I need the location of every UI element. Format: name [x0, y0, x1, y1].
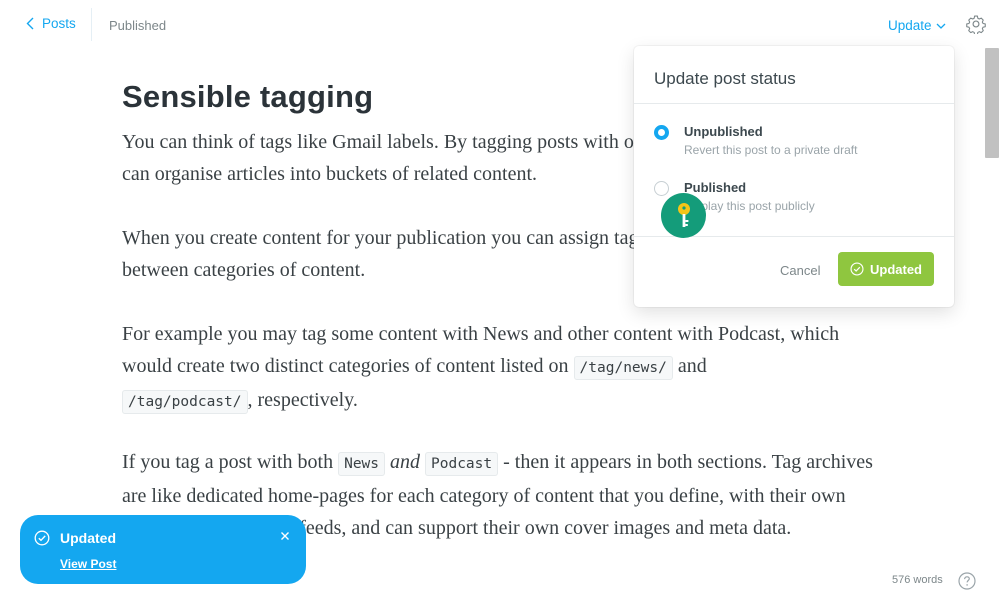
view-post-link[interactable]: View Post	[60, 557, 116, 571]
cancel-button[interactable]: Cancel	[780, 263, 820, 278]
notification-title: Updated	[60, 530, 116, 546]
top-bar: Posts Published Update	[0, 0, 1000, 50]
text-span: , respectively.	[247, 389, 358, 411]
check-circle-icon	[850, 262, 864, 276]
scrollbar-thumb[interactable]	[985, 48, 999, 158]
updated-button-label: Updated	[870, 261, 922, 277]
text-span: If you tag a post with both	[122, 451, 339, 473]
inline-code: /tag/podcast/	[122, 390, 248, 414]
help-icon[interactable]	[958, 572, 976, 590]
emphasis-text: and	[390, 451, 421, 473]
update-status-popover: Update post status Unpublished Revert th…	[634, 46, 954, 307]
back-label: Posts	[42, 16, 76, 31]
key-icon	[677, 202, 690, 227]
updated-notification: Updated View Post	[20, 515, 306, 584]
text-span: and	[672, 355, 707, 377]
divider	[91, 8, 92, 41]
update-menu-button[interactable]: Update	[888, 18, 946, 33]
close-icon[interactable]	[278, 529, 292, 543]
option-description: Revert this post to a private draft	[684, 143, 858, 157]
chevron-down-icon	[936, 23, 946, 29]
inline-code: /tag/news/	[573, 356, 673, 380]
divider	[634, 103, 954, 104]
text-span: For example you may tag some content wit…	[122, 323, 840, 377]
updated-button[interactable]: Updated	[838, 252, 934, 286]
back-to-posts-link[interactable]: Posts	[26, 16, 76, 31]
inline-code: Podcast	[425, 452, 499, 476]
check-circle-icon	[34, 530, 50, 546]
chevron-left-icon	[26, 17, 34, 30]
radio-button[interactable]	[654, 181, 669, 196]
paragraph-3[interactable]: For example you may tag some content wit…	[122, 318, 882, 418]
inline-code: News	[338, 452, 386, 476]
gear-icon[interactable]	[966, 14, 986, 34]
option-label: Published	[684, 180, 747, 195]
popover-title: Update post status	[654, 69, 796, 88]
word-count: 576 words	[892, 574, 943, 586]
radio-button[interactable]	[654, 125, 669, 140]
post-status: Published	[109, 18, 167, 33]
option-label: Unpublished	[684, 124, 763, 139]
update-label: Update	[888, 18, 932, 33]
key-cursor	[661, 193, 706, 238]
